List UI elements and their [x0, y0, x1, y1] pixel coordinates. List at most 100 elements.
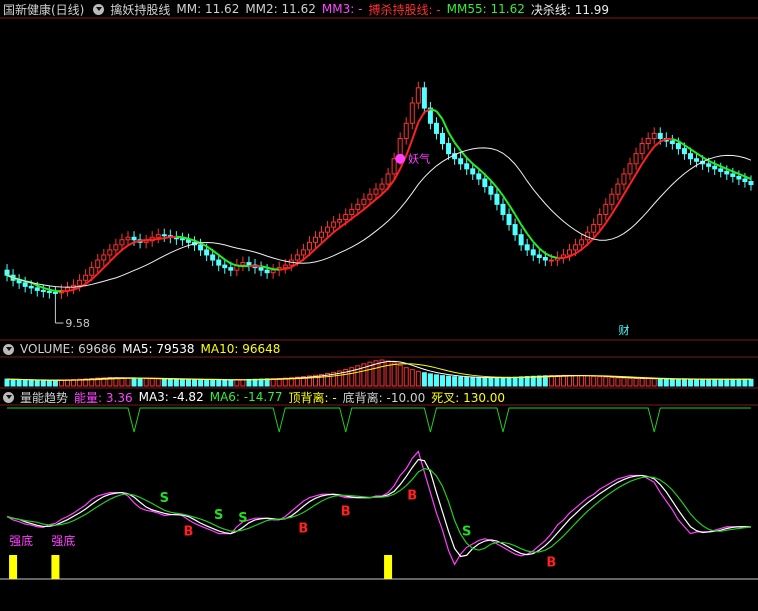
volume-readout: VOLUME: 69686	[20, 342, 116, 356]
candle-body	[300, 249, 306, 256]
volume-bar	[10, 378, 16, 387]
mm-line-segment	[502, 195, 510, 206]
volume-bar	[409, 369, 415, 387]
mm-line-segment	[61, 290, 68, 293]
candle-body	[240, 262, 246, 266]
volume-bar	[234, 379, 240, 387]
indicator-toggle-icon[interactable]	[93, 3, 105, 15]
mm-line-segment	[121, 244, 129, 251]
volume-bar	[192, 378, 198, 387]
candle-body	[548, 259, 554, 262]
main-price-plot[interactable]: 9.58 妖气财	[4, 81, 754, 337]
candle-body	[294, 254, 300, 261]
mm3-value: -	[358, 2, 363, 16]
mm-line-segment	[453, 141, 462, 152]
volume-bar	[482, 377, 488, 387]
candle-body	[639, 143, 645, 155]
mm-line-segment	[326, 231, 335, 239]
mm-line-segment	[212, 249, 220, 256]
candle-body	[675, 143, 681, 150]
vol-ma10-readout: MA10: 96648	[201, 342, 281, 356]
mm-line-segment	[520, 224, 529, 235]
vol-ma5-readout: MA5: 79538	[122, 342, 194, 356]
volume-bar	[137, 377, 143, 387]
mm-line-segment	[653, 140, 661, 148]
candle-body	[542, 257, 548, 261]
volume-bar	[222, 379, 228, 387]
mm-line-segment	[538, 247, 546, 255]
volume-bar	[494, 377, 500, 387]
volume-bar	[40, 380, 46, 387]
volume-bar	[440, 375, 446, 387]
strong-bottom-label: 强底	[51, 533, 75, 548]
mm3-readout: MM3: -	[322, 2, 363, 16]
candle-body	[506, 213, 512, 226]
volume-bar	[476, 377, 482, 387]
energy-trend-plot[interactable]: SS SSB BBBB强底 强底	[6, 407, 752, 579]
candle-body	[77, 279, 83, 286]
bosha-value: -	[436, 2, 441, 17]
candle-body	[222, 264, 228, 269]
mm-label: MM:	[176, 2, 205, 16]
volume-bar	[34, 379, 40, 387]
mm-line-segment	[508, 204, 516, 215]
candle-body	[621, 173, 627, 185]
volume-bar	[603, 376, 609, 387]
dingbeili-readout: 顶背离: -	[288, 389, 336, 406]
mm-line-segment	[67, 288, 74, 293]
mm2-label: MM2:	[245, 2, 282, 16]
mm-line-segment	[551, 255, 558, 259]
volume-plot[interactable]	[4, 359, 754, 387]
dibeili-value: -10.00	[386, 390, 426, 405]
mm-line-segment	[333, 226, 341, 233]
candle-body	[204, 249, 210, 256]
mm-line-segment	[472, 163, 480, 170]
candle-body	[524, 244, 530, 251]
volume-bar	[149, 378, 155, 387]
volume-bar	[724, 378, 730, 387]
mm-line-segment	[447, 131, 456, 144]
candle-body	[536, 254, 542, 259]
stock-name[interactable]: 国新健康(日线)	[3, 1, 84, 18]
candle-body	[216, 259, 222, 266]
volume-bar	[16, 379, 22, 387]
volume-toggle-icon[interactable]	[3, 343, 14, 355]
volume-bar	[700, 378, 706, 387]
candle-body	[312, 236, 318, 243]
volume-bar	[204, 379, 210, 387]
mm-line-segment	[357, 208, 365, 215]
volume-bar	[560, 374, 566, 387]
mm-line-segment	[109, 254, 117, 263]
volume-bar	[615, 377, 621, 387]
candle-body	[355, 203, 361, 210]
indicator-name[interactable]: 擒妖持股线	[110, 1, 170, 18]
mm-line-segment	[441, 118, 450, 133]
candle-body	[694, 158, 700, 162]
candle-body	[530, 249, 536, 256]
b-signal-label: B	[407, 488, 417, 503]
cai-badge: 财	[618, 323, 629, 337]
volume-bar	[470, 377, 476, 387]
volume-bar	[518, 376, 524, 387]
dibeili-label: 底背离:	[342, 390, 387, 405]
energy-toggle-icon[interactable]	[3, 391, 14, 403]
volume-bar	[210, 379, 216, 387]
mm-line-segment	[695, 152, 704, 159]
candle-body	[4, 269, 10, 276]
candle-body	[488, 186, 494, 195]
volume-bar	[421, 372, 427, 387]
candle-body	[573, 244, 579, 251]
candle-body	[645, 137, 651, 145]
vol-ma5-value: 79538	[156, 342, 195, 356]
candle-body	[742, 178, 748, 183]
candle-body	[657, 132, 663, 139]
volume-bar	[458, 376, 464, 387]
energy-indicator-name[interactable]: 量能趋势	[20, 389, 68, 406]
volume-bar	[633, 377, 639, 387]
candle-body	[391, 158, 397, 175]
volume-bar	[252, 378, 258, 387]
candle-body	[681, 148, 687, 155]
volume-bar	[173, 378, 179, 387]
volume-bar	[730, 378, 736, 387]
candle-body	[119, 239, 125, 246]
